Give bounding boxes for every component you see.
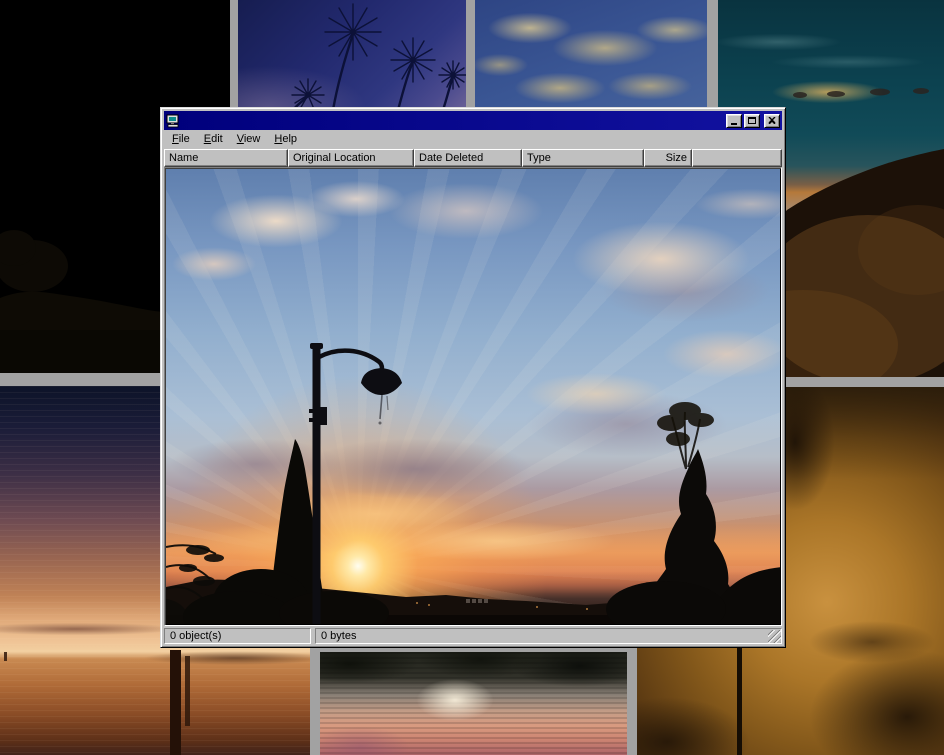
computer-icon bbox=[166, 114, 180, 128]
window-titlebar[interactable] bbox=[164, 111, 782, 130]
tile-divider bbox=[707, 0, 718, 110]
photo-tile-water-reflection bbox=[320, 652, 627, 755]
status-bar: 0 object(s) 0 bytes bbox=[164, 628, 782, 644]
close-icon bbox=[768, 117, 776, 124]
status-object-count: 0 object(s) bbox=[164, 628, 311, 644]
status-size-text: 0 bytes bbox=[321, 630, 356, 642]
column-header-filler bbox=[692, 149, 782, 167]
dried-flower-silhouette bbox=[238, 0, 466, 110]
close-button[interactable] bbox=[764, 114, 780, 128]
column-header-original-location[interactable]: Original Location bbox=[288, 149, 414, 167]
maximize-icon bbox=[748, 117, 756, 124]
column-header-date-deleted[interactable]: Date Deleted bbox=[414, 149, 522, 167]
pole-silhouette bbox=[737, 647, 742, 755]
sunset-lamp-photo bbox=[166, 169, 780, 624]
photo-tile-flower-silhouettes bbox=[238, 0, 466, 110]
file-list-area[interactable] bbox=[164, 167, 782, 626]
column-header-size[interactable]: Size bbox=[644, 149, 692, 167]
tile-divider bbox=[466, 0, 475, 110]
column-header-row: Name Original Location Date Deleted Type… bbox=[164, 149, 782, 167]
recycle-bin-window: File Edit View Help Name Original Locati… bbox=[160, 107, 786, 648]
menu-edit[interactable]: Edit bbox=[197, 131, 230, 148]
column-header-type[interactable]: Type bbox=[522, 149, 644, 167]
menu-file[interactable]: File bbox=[165, 131, 197, 148]
photo-tile-cloud-sky bbox=[475, 0, 707, 110]
status-size: 0 bytes bbox=[315, 628, 782, 644]
maximize-button[interactable] bbox=[744, 114, 760, 128]
minimize-icon bbox=[731, 123, 737, 125]
minimize-button[interactable] bbox=[726, 114, 742, 128]
menu-help[interactable]: Help bbox=[267, 131, 304, 148]
photo-silhouettes bbox=[166, 169, 780, 624]
menu-view[interactable]: View bbox=[230, 131, 268, 148]
column-header-name[interactable]: Name bbox=[164, 149, 288, 167]
resize-grip[interactable] bbox=[768, 630, 781, 643]
menu-bar: File Edit View Help bbox=[164, 130, 782, 149]
desktop-background: File Edit View Help Name Original Locati… bbox=[0, 0, 944, 755]
